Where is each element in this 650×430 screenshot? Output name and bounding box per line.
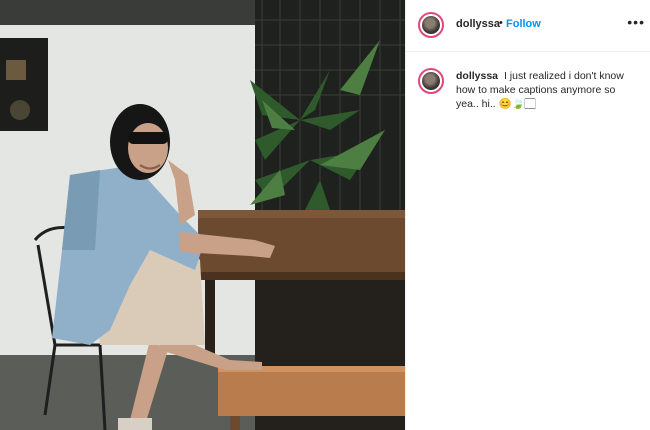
more-options-icon[interactable]: ••• xyxy=(627,14,645,30)
username[interactable]: dollyssa xyxy=(456,18,500,30)
separator-dot: • xyxy=(499,17,503,29)
follow-button[interactable]: Follow xyxy=(506,18,541,30)
caption-username[interactable]: dollyssa xyxy=(456,70,498,82)
post-header: dollyssa • Follow ••• xyxy=(406,0,650,52)
avatar[interactable] xyxy=(418,12,444,38)
caption-avatar[interactable] xyxy=(418,68,444,94)
photo-scene xyxy=(0,0,405,430)
caption-text-block: dollyssa I just realized i don't know ho… xyxy=(456,69,636,111)
post-photo[interactable] xyxy=(0,0,405,430)
post-sidebar: dollyssa • Follow ••• dollyssa I just re… xyxy=(405,0,650,430)
